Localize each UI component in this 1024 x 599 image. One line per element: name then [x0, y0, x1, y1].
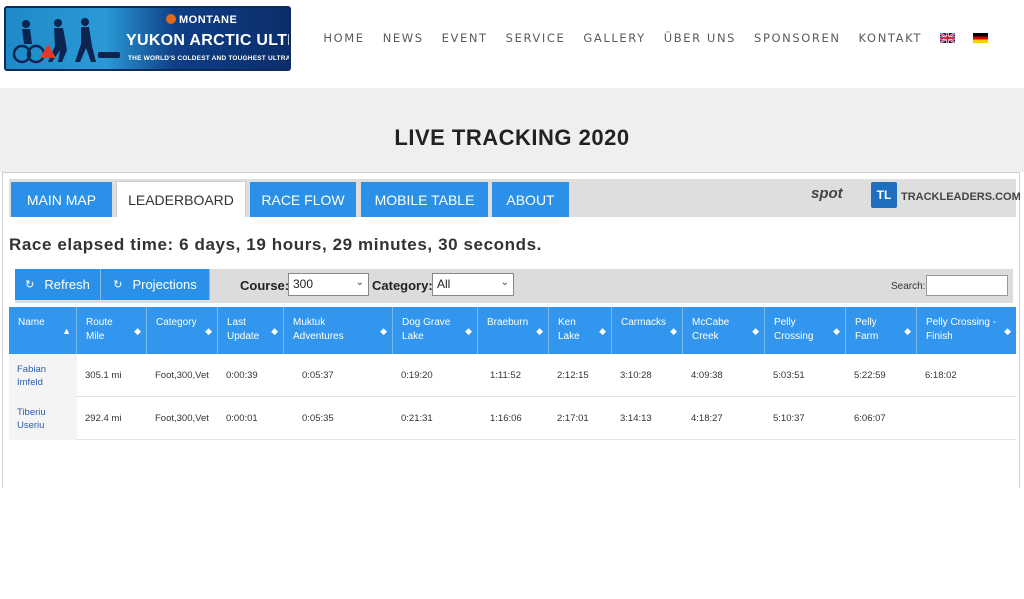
racer-name-link[interactable]: Fabian Imfeld — [9, 354, 77, 397]
tracking-frame: MAIN MAP LEADERBOARD RACE FLOW MOBILE TA… — [2, 172, 1021, 488]
sort-icon: ◆ — [134, 326, 141, 336]
table-cell: 3:10:28 — [620, 370, 652, 381]
table-cell: 0:05:35 — [302, 413, 334, 424]
nav-kontakt[interactable]: KONTAKT — [859, 31, 922, 45]
table-cell: 305.1 mi — [85, 370, 122, 381]
sort-icon: ◆ — [380, 326, 387, 336]
column-header-mccabe-creek[interactable]: McCabe Creek ◆ — [683, 307, 765, 354]
site-header: MONTANE YUKON ARCTIC ULTRA THE WORLD'S C… — [0, 0, 1024, 88]
category-select[interactable]: All ⌄ — [432, 273, 514, 296]
brand-label: MONTANE — [166, 14, 237, 26]
sort-icon: ◆ — [599, 326, 606, 336]
table-row: Tiberiu Useriu 292.4 mi Foot,300,Vet 0:00… — [9, 397, 1016, 440]
table-cell: 6:06:07 — [854, 413, 886, 424]
table-row: Fabian Imfeld 305.1 mi Foot,300,Vet 0:00:… — [9, 354, 1016, 397]
search-input[interactable] — [926, 275, 1008, 296]
column-header-ken-lake[interactable]: Ken Lake ◆ — [549, 307, 612, 354]
tab-race-flow[interactable]: RACE FLOW — [250, 182, 356, 217]
table-cell: 0:00:39 — [226, 370, 258, 381]
athletes-silhouette-icon — [12, 18, 120, 64]
trackleaders-logo[interactable]: TRACKLEADERS.COM — [901, 191, 1021, 203]
column-header-carmacks[interactable]: Carmacks ◆ — [612, 307, 683, 354]
sort-icon: ◆ — [833, 326, 840, 336]
column-header-category[interactable]: Category ◆ — [147, 307, 218, 354]
table-cell: 1:11:52 — [490, 370, 521, 381]
table-cell — [917, 397, 925, 440]
sort-asc-icon: ▲ — [62, 326, 71, 336]
column-header-braeburn[interactable]: Braeburn ◆ — [478, 307, 549, 354]
sort-icon: ◆ — [205, 326, 212, 336]
refresh-icon: ↻ — [25, 279, 35, 291]
nav-service[interactable]: SERVICE — [506, 31, 566, 45]
table-cell: 2:12:15 — [557, 370, 589, 381]
table-cell: 4:09:38 — [691, 370, 723, 381]
sort-icon: ◆ — [465, 326, 472, 336]
nav-home[interactable]: HOME — [323, 31, 364, 45]
table-cell: 3:14:13 — [620, 413, 652, 424]
yukon-arctic-ultra-logo[interactable]: MONTANE YUKON ARCTIC ULTRA THE WORLD'S C… — [4, 6, 291, 71]
sort-icon: ◆ — [904, 326, 911, 336]
sort-icon: ◆ — [271, 326, 278, 336]
racer-name-link[interactable]: Tiberiu Useriu — [9, 397, 77, 440]
tab-main-map[interactable]: MAIN MAP — [11, 182, 112, 217]
column-header-muktuk[interactable]: Muktuk Adventures ◆ — [284, 307, 393, 354]
uk-flag-icon[interactable] — [940, 33, 955, 43]
column-header-pelly-crossing-finish[interactable]: Pelly Crossing - Finish ◆ — [917, 307, 1016, 354]
table-cell: Foot,300,Vet — [155, 413, 209, 424]
sort-icon: ◆ — [752, 326, 759, 336]
table-cell: 5:10:37 — [773, 413, 805, 424]
race-elapsed-time: Race elapsed time: 6 days, 19 hours, 29 … — [9, 235, 542, 254]
logo-title: YUKON ARCTIC ULTRA — [126, 32, 289, 49]
projections-button[interactable]: ↻ Projections — [101, 269, 210, 300]
de-flag-icon[interactable] — [973, 33, 988, 43]
course-label: Course: — [240, 278, 290, 293]
table-cell: 6:18:02 — [925, 370, 957, 381]
sort-icon: ◆ — [1004, 326, 1011, 336]
refresh-button[interactable]: ↻ Refresh — [15, 269, 101, 300]
tab-bar: MAIN MAP LEADERBOARD RACE FLOW MOBILE TA… — [9, 179, 1021, 217]
table-cell: Foot,300,Vet — [155, 370, 209, 381]
nav-event[interactable]: EVENT — [442, 31, 488, 45]
logo-tagline: THE WORLD'S COLDEST AND TOUGHEST ULTRA — [128, 55, 291, 62]
leaderboard-table-header: Name ▲ Route Mile ◆ Category ◆ Last Update ◆ M… — [9, 307, 1016, 354]
montane-logo-icon — [166, 14, 176, 24]
table-cell: 0:05:37 — [302, 370, 334, 381]
column-header-dog-grave-lake[interactable]: Dog Grave Lake ◆ — [393, 307, 478, 354]
table-cell: 5:22:59 — [854, 370, 886, 381]
table-cell: 2:17:01 — [557, 413, 589, 424]
column-header-pelly-crossing[interactable]: Pelly Crossing ◆ — [765, 307, 846, 354]
table-cell: 0:00:01 — [226, 413, 258, 424]
category-label: Category: — [372, 278, 433, 293]
chevron-down-icon: ⌄ — [500, 277, 509, 288]
table-cell: 292.4 mi — [85, 413, 122, 424]
main-nav: HOME NEWS EVENT SERVICE GALLERY ÜBER UNS… — [305, 31, 988, 45]
column-header-last-update[interactable]: Last Update ◆ — [218, 307, 284, 354]
leaderboard-controls: ↻ Refresh ↻ Projections Course: 300 ⌄ Categ… — [15, 269, 1013, 303]
nav-ueber-uns[interactable]: ÜBER UNS — [664, 31, 736, 45]
sort-icon: ◆ — [670, 326, 677, 336]
tab-leaderboard[interactable]: LEADERBOARD — [116, 181, 246, 217]
course-select[interactable]: 300 ⌄ — [288, 273, 369, 296]
table-cell: 0:19:20 — [401, 370, 433, 381]
nav-sponsoren[interactable]: SPONSOREN — [754, 31, 841, 45]
search-label: Search: — [891, 281, 926, 292]
page-title: LIVE TRACKING 2020 — [394, 125, 630, 150]
table-cell: 5:03:51 — [773, 370, 805, 381]
spot-logo[interactable]: spot — [811, 185, 843, 202]
nav-gallery[interactable]: GALLERY — [583, 31, 645, 45]
chevron-down-icon: ⌄ — [355, 277, 364, 288]
table-cell: 0:21:31 — [401, 413, 433, 424]
tab-mobile-table[interactable]: MOBILE TABLE — [361, 182, 488, 217]
refresh-icon: ↻ — [113, 279, 123, 291]
trackleaders-badge-icon[interactable]: TL — [871, 182, 897, 208]
column-header-name[interactable]: Name ▲ — [9, 307, 77, 354]
column-header-pelly-farm[interactable]: Pelly Farm ◆ — [846, 307, 917, 354]
table-cell: 4:18:27 — [691, 413, 723, 424]
column-header-route-mile[interactable]: Route Mile ◆ — [77, 307, 147, 354]
tab-about[interactable]: ABOUT — [492, 182, 569, 217]
table-cell: 1:16:06 — [490, 413, 522, 424]
nav-news[interactable]: NEWS — [383, 31, 424, 45]
sort-icon: ◆ — [536, 326, 543, 336]
